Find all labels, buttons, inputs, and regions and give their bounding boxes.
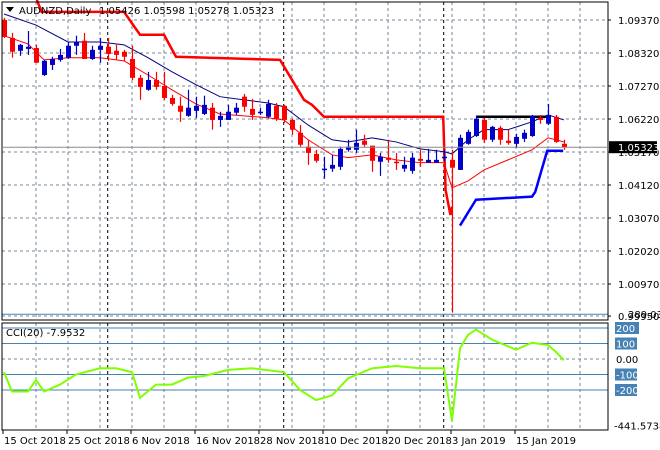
bull-candle (490, 126, 495, 140)
bull-candle (330, 164, 335, 169)
bear-candle (138, 77, 143, 87)
price-tick-label: 1.09370 (618, 16, 659, 27)
background (0, 0, 660, 450)
bear-candle (418, 158, 423, 161)
ohlc-readout: 1.05426 1.05598 1.05278 1.05323 (99, 6, 274, 17)
bear-candle (242, 96, 247, 107)
bull-candle (410, 157, 415, 171)
bull-candle (322, 168, 327, 171)
time-label: 15 Oct 2018 (4, 436, 66, 447)
bull-candle (194, 105, 199, 111)
bear-candle (506, 140, 511, 143)
bull-candle (74, 42, 79, 46)
bull-candle (402, 164, 407, 169)
bear-candle (450, 159, 455, 168)
bull-candle (338, 148, 343, 167)
bull-candle (50, 58, 55, 65)
bear-candle (298, 132, 303, 145)
price-tick-label: 1.08320 (618, 49, 659, 60)
bear-candle (250, 108, 255, 115)
bull-candle (258, 111, 263, 114)
bull-candle (26, 46, 31, 49)
bull-candle (218, 115, 223, 120)
bear-candle (2, 20, 7, 37)
trading-chart[interactable]: 2001000.00-100-200289.0307-441.5738 1.09… (0, 0, 660, 450)
price-tick-label: 1.00970 (618, 280, 659, 291)
bull-candle (66, 45, 71, 58)
bear-candle (34, 47, 39, 63)
time-label: 16 Nov 2018 (196, 436, 260, 447)
price-tick-label: 1.04120 (618, 181, 659, 192)
bull-candle (434, 159, 439, 163)
bear-candle (106, 46, 111, 54)
bear-candle (370, 145, 375, 161)
bull-candle (530, 115, 535, 136)
bear-candle (130, 58, 135, 78)
price-tick-label: 1.02020 (618, 247, 659, 258)
bear-candle (10, 37, 15, 52)
bear-candle (538, 117, 543, 120)
bear-candle (482, 119, 487, 140)
bull-candle (442, 156, 447, 159)
time-label: 15 Jan 2019 (516, 436, 576, 447)
bear-candle (386, 157, 391, 160)
time-label: 25 Oct 2018 (68, 436, 130, 447)
bull-candle (18, 44, 23, 51)
bear-candle (178, 105, 183, 112)
cci-min-label: -441.5738 (614, 421, 660, 432)
bull-candle (98, 45, 103, 50)
bull-candle (186, 107, 191, 116)
cci-level-label: -200 (616, 386, 639, 397)
bear-candle (210, 107, 215, 120)
bull-candle (90, 49, 95, 59)
bull-candle (426, 159, 431, 163)
bear-candle (122, 51, 127, 57)
bear-candle (290, 119, 295, 130)
price-tick-label: 0.99950 (618, 312, 659, 323)
bear-candle (498, 127, 503, 140)
bull-candle (466, 131, 471, 144)
price-tick-label: 1.06220 (618, 115, 659, 126)
cci-label: CCI(20) -7.9532 (6, 328, 85, 339)
cci-level-label: 200 (616, 324, 635, 335)
current-price-label: 1.05323 (618, 143, 659, 154)
bear-candle (170, 97, 175, 104)
bull-candle (42, 60, 47, 75)
bear-candle (162, 86, 167, 98)
bull-candle (354, 142, 359, 150)
bull-candle (474, 118, 479, 136)
time-label: 6 Nov 2018 (132, 436, 190, 447)
bear-candle (274, 105, 279, 119)
bear-candle (394, 161, 399, 164)
bear-candle (154, 80, 159, 87)
bear-candle (314, 153, 319, 161)
bull-candle (234, 107, 239, 113)
time-label: 10 Dec 2018 (324, 436, 388, 447)
bull-candle (266, 103, 271, 117)
symbol-label: AUDNZD,Daily (19, 6, 91, 17)
bull-candle (514, 136, 519, 144)
bear-candle (82, 40, 87, 59)
bull-candle (146, 80, 151, 90)
cci-level-label: -100 (616, 371, 639, 382)
bull-candle (458, 137, 463, 170)
cci-level-label: 100 (616, 340, 635, 351)
bear-candle (554, 116, 559, 142)
price-tick-label: 1.03070 (618, 214, 659, 225)
time-label: 3 Jan 2019 (452, 436, 506, 447)
price-tick-label: 1.07270 (618, 82, 659, 93)
bear-candle (362, 140, 367, 145)
bull-candle (226, 111, 231, 120)
bull-candle (546, 114, 551, 124)
cci-level-label: 0.00 (616, 355, 638, 366)
bear-candle (282, 105, 287, 120)
bull-candle (202, 104, 207, 114)
bull-candle (522, 132, 527, 139)
time-label: 28 Nov 2018 (260, 436, 324, 447)
time-label: 20 Dec 2018 (388, 436, 452, 447)
bear-candle (114, 50, 119, 55)
bull-candle (58, 54, 63, 60)
bull-candle (378, 156, 383, 162)
